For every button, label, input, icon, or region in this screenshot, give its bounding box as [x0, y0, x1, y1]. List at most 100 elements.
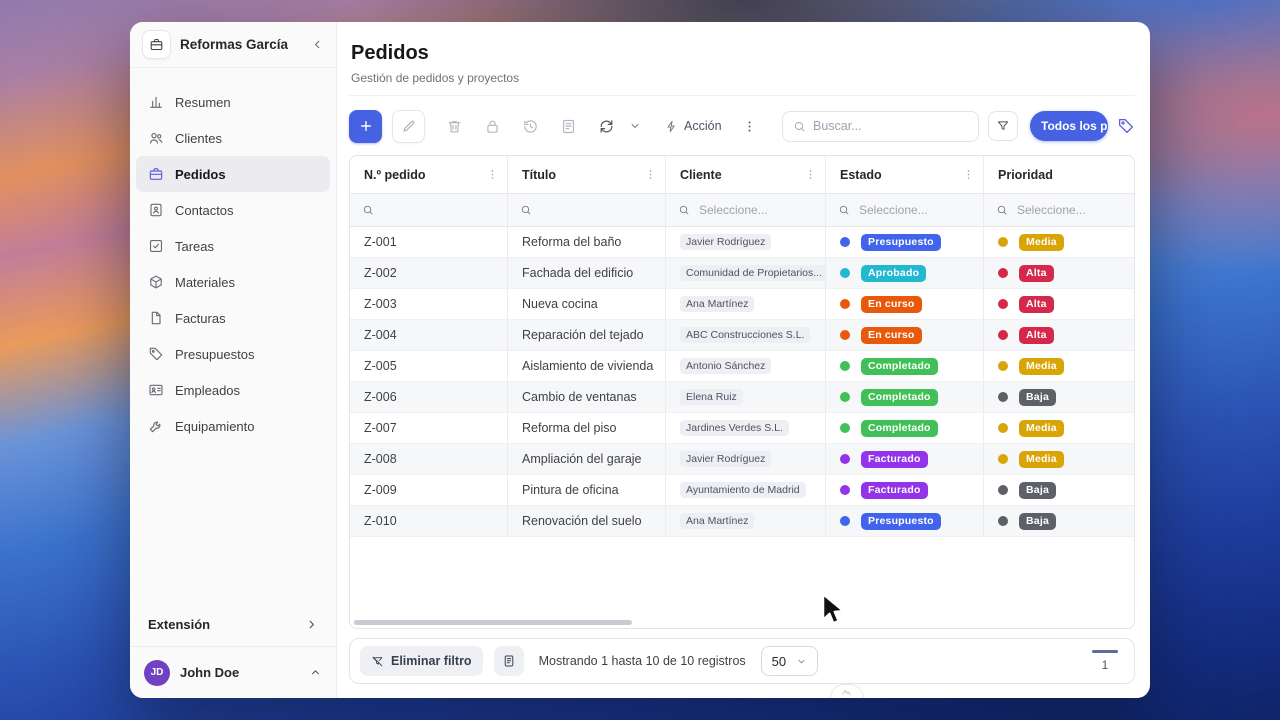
user-menu[interactable]: JD John Doe — [130, 646, 336, 698]
table-row[interactable]: Z-002 Fachada del edificio Comunidad de … — [350, 258, 1134, 289]
cell-status[interactable]: En curso — [826, 289, 984, 319]
cell-status[interactable]: Completado — [826, 413, 984, 443]
refresh-button[interactable] — [598, 118, 615, 135]
column-header-t-tulo[interactable]: Título — [508, 156, 666, 193]
column-header-prioridad[interactable]: Prioridad — [984, 156, 1134, 193]
sidebar-item-equipamiento[interactable]: Equipamiento — [136, 408, 330, 444]
table-row[interactable]: Z-007 Reforma del piso Jardines Verdes S… — [350, 413, 1134, 444]
column-header-n-pedido[interactable]: N.º pedido — [350, 156, 508, 193]
column-header-cliente[interactable]: Cliente — [666, 156, 826, 193]
cell-priority[interactable]: Alta — [984, 289, 1134, 319]
cell-order-id[interactable]: Z-004 — [350, 320, 508, 350]
cell-status[interactable]: Facturado — [826, 475, 984, 505]
cell-order-id[interactable]: Z-009 — [350, 475, 508, 505]
bottom-notch-handle[interactable] — [830, 684, 864, 698]
cell-status[interactable]: Completado — [826, 351, 984, 381]
column-filter-input[interactable]: Seleccione... — [826, 194, 984, 226]
table-row[interactable]: Z-009 Pintura de oficina Ayuntamiento de… — [350, 475, 1134, 506]
lock-button[interactable] — [484, 118, 501, 135]
cell-title[interactable]: Pintura de oficina — [508, 475, 666, 505]
clear-filter-button[interactable]: Eliminar filtro — [360, 646, 483, 676]
cell-status[interactable]: Presupuesto — [826, 506, 984, 536]
tag-view-button[interactable] — [1117, 117, 1135, 135]
cell-status[interactable]: Facturado — [826, 444, 984, 474]
sidebar-item-extension[interactable]: Extensión — [130, 602, 336, 646]
sidebar-item-presupuestos[interactable]: Presupuestos — [136, 336, 330, 372]
cell-status[interactable]: Aprobado — [826, 258, 984, 288]
pagination-page-1[interactable]: 1 — [1092, 650, 1124, 672]
delete-button[interactable] — [446, 118, 463, 135]
cell-title[interactable]: Reparación del tejado — [508, 320, 666, 350]
cell-order-id[interactable]: Z-006 — [350, 382, 508, 412]
action-menu-button[interactable]: Acción — [665, 119, 722, 133]
cell-client[interactable]: Ayuntamiento de Madrid — [666, 475, 826, 505]
cell-title[interactable]: Reforma del baño — [508, 227, 666, 257]
table-row[interactable]: Z-001 Reforma del baño Javier Rodríguez … — [350, 227, 1134, 258]
cell-client[interactable]: Javier Rodríguez — [666, 227, 826, 257]
cell-client[interactable]: Comunidad de Propietarios... — [666, 258, 826, 288]
cell-priority[interactable]: Media — [984, 444, 1134, 474]
horizontal-scrollbar-thumb[interactable] — [354, 620, 632, 625]
refresh-dropdown-button[interactable] — [629, 120, 641, 132]
add-record-button[interactable] — [349, 110, 382, 143]
cell-order-id[interactable]: Z-010 — [350, 506, 508, 536]
cell-priority[interactable]: Baja — [984, 506, 1134, 536]
cell-client[interactable]: Ana Martínez — [666, 506, 826, 536]
sidebar-item-contactos[interactable]: Contactos — [136, 192, 330, 228]
cell-priority[interactable]: Alta — [984, 258, 1134, 288]
column-filter-input[interactable] — [508, 194, 666, 226]
column-filter-input[interactable]: Seleccione... — [984, 194, 1134, 226]
table-row[interactable]: Z-008 Ampliación del garaje Javier Rodrí… — [350, 444, 1134, 475]
cell-priority[interactable]: Alta — [984, 320, 1134, 350]
cell-order-id[interactable]: Z-005 — [350, 351, 508, 381]
column-menu-button[interactable] — [644, 168, 657, 181]
cell-client[interactable]: Jardines Verdes S.L. — [666, 413, 826, 443]
table-row[interactable]: Z-003 Nueva cocina Ana Martínez En curso… — [350, 289, 1134, 320]
column-menu-button[interactable] — [804, 168, 817, 181]
cell-order-id[interactable]: Z-008 — [350, 444, 508, 474]
cell-title[interactable]: Cambio de ventanas — [508, 382, 666, 412]
cell-priority[interactable]: Media — [984, 413, 1134, 443]
cell-priority[interactable]: Baja — [984, 475, 1134, 505]
cell-client[interactable]: ABC Construcciones S.L. — [666, 320, 826, 350]
cell-status[interactable]: En curso — [826, 320, 984, 350]
cell-order-id[interactable]: Z-002 — [350, 258, 508, 288]
page-size-select[interactable]: 50 — [761, 646, 818, 676]
cell-title[interactable]: Reforma del piso — [508, 413, 666, 443]
history-button[interactable] — [522, 118, 539, 135]
column-menu-button[interactable] — [486, 168, 499, 181]
table-row[interactable]: Z-010 Renovación del suelo Ana Martínez … — [350, 506, 1134, 537]
cell-priority[interactable]: Baja — [984, 382, 1134, 412]
cell-order-id[interactable]: Z-001 — [350, 227, 508, 257]
cell-title[interactable]: Nueva cocina — [508, 289, 666, 319]
cell-title[interactable]: Ampliación del garaje — [508, 444, 666, 474]
column-menu-button[interactable] — [962, 168, 975, 181]
cell-client[interactable]: Javier Rodríguez — [666, 444, 826, 474]
sidebar-item-materiales[interactable]: Materiales — [136, 264, 330, 300]
cell-status[interactable]: Completado — [826, 382, 984, 412]
sidebar-item-tareas[interactable]: Tareas — [136, 228, 330, 264]
cell-priority[interactable]: Media — [984, 227, 1134, 257]
sidebar-collapse-button[interactable] — [311, 38, 324, 51]
log-button[interactable] — [560, 118, 577, 135]
column-filter-input[interactable] — [350, 194, 508, 226]
cell-client[interactable]: Ana Martínez — [666, 289, 826, 319]
search-input[interactable]: Buscar... — [782, 111, 979, 142]
cell-client[interactable]: Elena Ruiz — [666, 382, 826, 412]
cell-order-id[interactable]: Z-007 — [350, 413, 508, 443]
table-row[interactable]: Z-004 Reparación del tejado ABC Construc… — [350, 320, 1134, 351]
sidebar-item-facturas[interactable]: Facturas — [136, 300, 330, 336]
cell-title[interactable]: Fachada del edificio — [508, 258, 666, 288]
edit-button[interactable] — [392, 110, 425, 143]
cell-client[interactable]: Antonio Sánchez — [666, 351, 826, 381]
sidebar-item-resumen[interactable]: Resumen — [136, 84, 330, 120]
cell-title[interactable]: Renovación del suelo — [508, 506, 666, 536]
table-row[interactable]: Z-005 Aislamiento de vivienda Antonio Sá… — [350, 351, 1134, 382]
sidebar-item-empleados[interactable]: Empleados — [136, 372, 330, 408]
column-header-estado[interactable]: Estado — [826, 156, 984, 193]
view-selector-button[interactable]: Todos los pedidos — [1030, 111, 1108, 141]
cell-title[interactable]: Aislamiento de vivienda — [508, 351, 666, 381]
copy-records-button[interactable] — [494, 646, 524, 676]
sidebar-item-clientes[interactable]: Clientes — [136, 120, 330, 156]
cell-order-id[interactable]: Z-003 — [350, 289, 508, 319]
